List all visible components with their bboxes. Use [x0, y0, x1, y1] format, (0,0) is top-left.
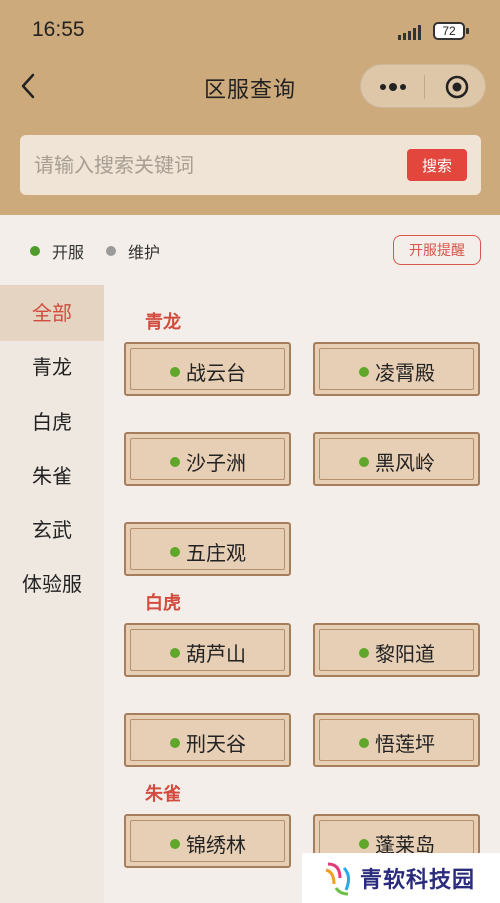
- open-status-dot: [170, 457, 180, 467]
- legend-maintenance: 维护: [106, 239, 160, 263]
- server-name: 黑风岭: [375, 451, 435, 475]
- group-title: 青龙: [145, 312, 181, 333]
- server-name: 锦绣林: [186, 833, 246, 857]
- open-status-dot: [30, 246, 40, 256]
- close-icon[interactable]: [445, 75, 469, 99]
- server-card[interactable]: 战云台: [124, 342, 291, 396]
- group-title: 朱雀: [145, 784, 181, 805]
- sidebar-item-zhuque[interactable]: 朱雀: [0, 448, 104, 504]
- battery-icon: 72: [433, 22, 469, 40]
- open-status-dot: [359, 648, 369, 658]
- server-name: 葫芦山: [186, 642, 246, 666]
- open-status-dot: [170, 839, 180, 849]
- more-icon[interactable]: [377, 77, 409, 97]
- server-card[interactable]: 刑天谷: [124, 713, 291, 767]
- search-input[interactable]: [34, 149, 394, 181]
- sidebar-item-xuanwu[interactable]: 玄武: [0, 502, 104, 558]
- status-bar: 16:55 72: [0, 0, 500, 60]
- watermark-text: 青软科技园: [360, 868, 476, 893]
- sidebar-item-trial[interactable]: 体验服: [0, 556, 104, 612]
- open-status-dot: [359, 839, 369, 849]
- watermark: 青软科技园: [302, 853, 500, 903]
- server-card[interactable]: 黑风岭: [313, 432, 480, 486]
- open-status-dot: [359, 738, 369, 748]
- server-card[interactable]: 黎阳道: [313, 623, 480, 677]
- nav-bar: 区服查询: [0, 60, 500, 112]
- server-name: 悟莲坪: [375, 732, 435, 756]
- status-time: 16:55: [32, 18, 85, 41]
- legend-maintenance-label: 维护: [128, 243, 161, 262]
- open-reminder-button[interactable]: 开服提醒: [393, 235, 481, 265]
- group-title: 白虎: [145, 593, 181, 614]
- server-card[interactable]: 五庄观: [124, 522, 291, 576]
- capsule-divider: [424, 75, 425, 99]
- server-card[interactable]: 沙子洲: [124, 432, 291, 486]
- sidebar-item-all[interactable]: 全部: [0, 285, 104, 341]
- search-bar: 搜索: [20, 135, 481, 195]
- signal-icon: [398, 25, 421, 40]
- legend-row: 开服 维护 开服提醒: [0, 215, 500, 285]
- open-status-dot: [170, 547, 180, 557]
- server-card[interactable]: 锦绣林: [124, 814, 291, 868]
- watermark-logo-icon: [325, 862, 351, 896]
- open-status-dot: [359, 367, 369, 377]
- server-list: 青龙 战云台 凌霄殿 沙子洲 黑风岭 五庄观 白虎 葫芦山 黎阳道 刑天谷 悟莲…: [104, 285, 500, 903]
- open-status-dot: [359, 457, 369, 467]
- server-name: 凌霄殿: [375, 361, 435, 385]
- open-status-dot: [170, 648, 180, 658]
- open-status-dot: [170, 367, 180, 377]
- server-card[interactable]: 葫芦山: [124, 623, 291, 677]
- search-button[interactable]: 搜索: [407, 149, 467, 181]
- header: 16:55 72 区服查询 搜索: [0, 0, 500, 215]
- sidebar: 全部 青龙 白虎 朱雀 玄武 体验服: [0, 285, 104, 903]
- server-name: 刑天谷: [186, 732, 246, 756]
- server-card[interactable]: 悟莲坪: [313, 713, 480, 767]
- server-name: 五庄观: [186, 541, 246, 565]
- server-card[interactable]: 凌霄殿: [313, 342, 480, 396]
- legend-open: 开服: [30, 239, 84, 263]
- sidebar-item-qinglong[interactable]: 青龙: [0, 339, 104, 395]
- sidebar-item-baihu[interactable]: 白虎: [0, 394, 104, 450]
- open-status-dot: [170, 738, 180, 748]
- legend-open-label: 开服: [52, 243, 85, 262]
- mini-program-capsule: [360, 64, 486, 108]
- server-name: 战云台: [186, 361, 246, 385]
- server-name: 黎阳道: [375, 642, 435, 666]
- maintenance-status-dot: [106, 246, 116, 256]
- server-name: 沙子洲: [186, 451, 246, 475]
